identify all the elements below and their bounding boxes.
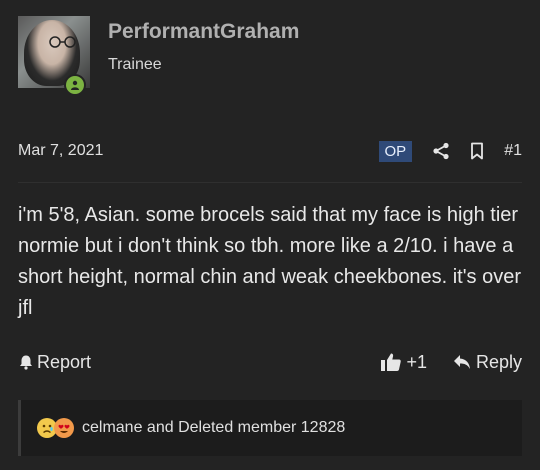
reactions-bar[interactable]: celmane and Deleted member 12828 bbox=[18, 400, 522, 456]
thumbs-up-icon bbox=[381, 353, 402, 371]
username-link[interactable]: PerformantGraham bbox=[108, 20, 299, 44]
report-label: Report bbox=[37, 351, 92, 372]
online-status-indicator bbox=[64, 74, 86, 96]
post-actions: Report +1 Reply bbox=[18, 349, 522, 375]
like-button[interactable]: +1 bbox=[380, 352, 427, 373]
report-button[interactable]: Report bbox=[18, 352, 91, 373]
reply-arrow-icon bbox=[453, 355, 470, 369]
post-meta-actions: OP #1 bbox=[378, 140, 522, 162]
user-icon bbox=[71, 80, 79, 90]
avatar-glasses bbox=[49, 36, 76, 48]
user-title: Trainee bbox=[108, 56, 162, 73]
post-meta: Mar 7, 2021 OP #1 bbox=[18, 138, 522, 164]
divider bbox=[18, 182, 522, 183]
post-number-link[interactable]: #1 bbox=[504, 142, 522, 160]
bookmark-icon bbox=[471, 142, 484, 160]
reaction-users-link[interactable]: celmane and Deleted member 12828 bbox=[82, 419, 345, 437]
bell-icon bbox=[20, 355, 32, 370]
like-count: +1 bbox=[406, 351, 427, 372]
share-icon bbox=[433, 142, 449, 160]
reply-label: Reply bbox=[475, 351, 522, 372]
post-message: i'm 5'8, Asian. some brocels said that m… bbox=[18, 204, 521, 319]
op-badge: OP bbox=[378, 140, 413, 162]
share-button[interactable] bbox=[432, 142, 450, 160]
heart-eyes-emoji-icon bbox=[54, 418, 74, 438]
post-date[interactable]: Mar 7, 2021 bbox=[18, 142, 103, 160]
bookmark-button[interactable] bbox=[470, 142, 484, 160]
reply-button[interactable]: Reply bbox=[453, 352, 522, 373]
post-actions-right: +1 Reply bbox=[380, 352, 522, 373]
